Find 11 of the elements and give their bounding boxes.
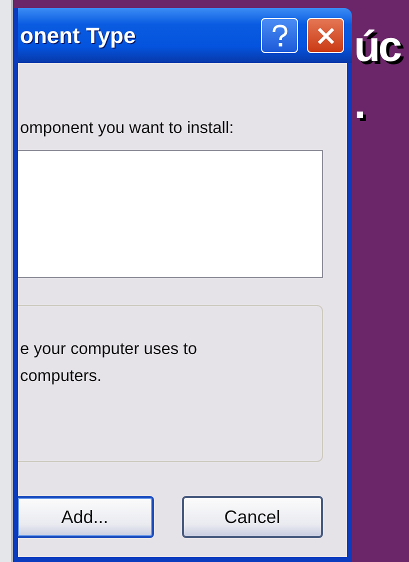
slide-text: . <box>354 83 365 126</box>
window-title: onent Type <box>19 22 137 48</box>
slide-text: úc <box>354 26 402 69</box>
instruction-text: omponent you want to install: <box>19 119 235 138</box>
close-button[interactable] <box>307 18 344 53</box>
help-button[interactable] <box>261 18 298 53</box>
cancel-button[interactable]: Cancel <box>182 496 323 538</box>
add-button[interactable]: Add... <box>18 496 154 538</box>
close-icon <box>316 26 336 46</box>
description-text: computers. <box>20 366 103 387</box>
description-text: e your computer uses to <box>20 339 198 360</box>
